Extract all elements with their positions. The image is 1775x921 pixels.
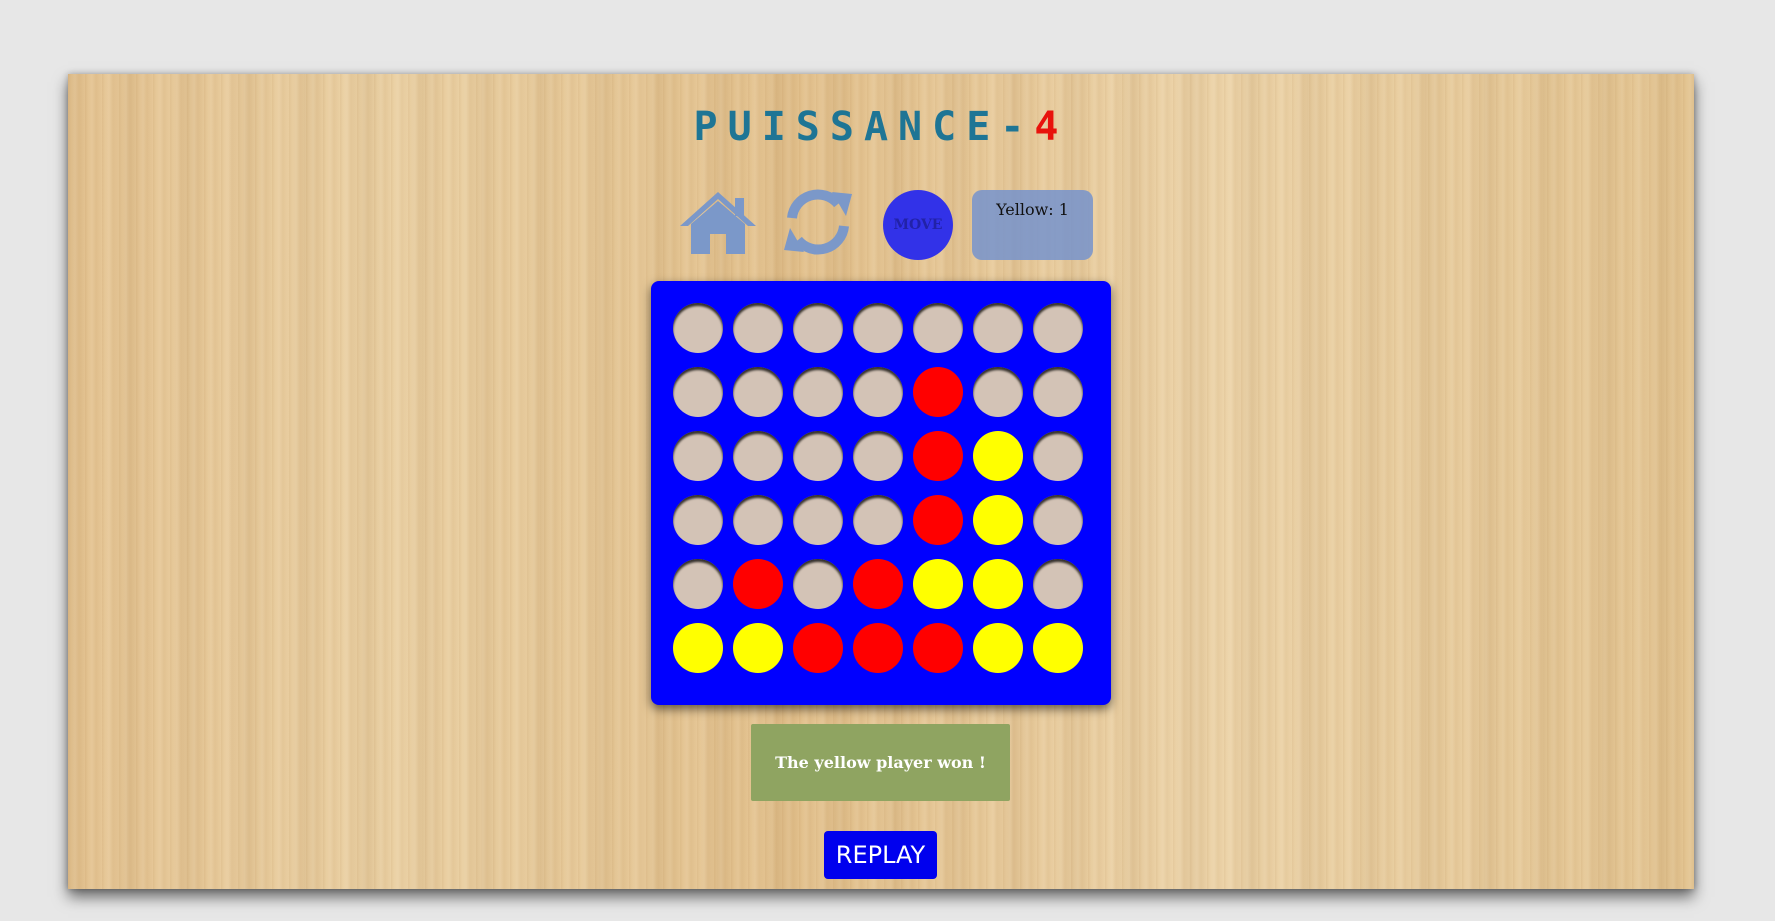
board-cell[interactable] — [673, 495, 723, 545]
score-label: Yellow: 1 — [996, 200, 1069, 219]
score-box: Yellow: 1 — [972, 190, 1093, 260]
board-cell[interactable] — [673, 431, 723, 481]
board-cell[interactable] — [973, 623, 1023, 673]
board-cell[interactable] — [853, 559, 903, 609]
board-cell[interactable] — [973, 559, 1023, 609]
replay-button[interactable]: REPLAY — [824, 831, 937, 879]
board-cell[interactable] — [673, 303, 723, 353]
board-cell[interactable] — [973, 431, 1023, 481]
board-cell[interactable] — [793, 303, 843, 353]
board-grid — [673, 303, 1083, 673]
board-cell[interactable] — [913, 623, 963, 673]
board-cell[interactable] — [973, 495, 1023, 545]
board-cell[interactable] — [733, 623, 783, 673]
board-cell[interactable] — [1033, 303, 1083, 353]
board-cell[interactable] — [913, 303, 963, 353]
game-board — [651, 281, 1111, 705]
board-cell[interactable] — [673, 559, 723, 609]
title-text: PUISSANCE- — [693, 104, 1035, 150]
board-cell[interactable] — [793, 559, 843, 609]
board-cell[interactable] — [1033, 559, 1083, 609]
game-title: PUISSANCE-4 — [68, 104, 1694, 150]
board-cell[interactable] — [793, 431, 843, 481]
board-cell[interactable] — [853, 495, 903, 545]
board-cell[interactable] — [673, 367, 723, 417]
board-cell[interactable] — [913, 495, 963, 545]
result-message: The yellow player won ! — [751, 724, 1010, 801]
board-cell[interactable] — [733, 559, 783, 609]
board-cell[interactable] — [733, 303, 783, 353]
board-cell[interactable] — [853, 367, 903, 417]
board-cell[interactable] — [853, 303, 903, 353]
board-cell[interactable] — [793, 495, 843, 545]
toolbar: MOVE Yellow: 1 — [68, 180, 1694, 260]
board-cell[interactable] — [793, 623, 843, 673]
board-cell[interactable] — [733, 431, 783, 481]
board-cell[interactable] — [1033, 367, 1083, 417]
board-cell[interactable] — [1033, 431, 1083, 481]
board-cell[interactable] — [973, 367, 1023, 417]
board-cell[interactable] — [1033, 495, 1083, 545]
board-cell[interactable] — [793, 367, 843, 417]
home-icon[interactable] — [678, 190, 758, 256]
board-cell[interactable] — [733, 495, 783, 545]
board-cell[interactable] — [733, 367, 783, 417]
board-cell[interactable] — [853, 623, 903, 673]
title-accent: 4 — [1034, 104, 1069, 150]
reload-icon[interactable] — [780, 184, 856, 260]
game-panel: PUISSANCE-4 MOVE Yellow: 1 The yellow pl… — [68, 74, 1694, 889]
move-label: MOVE — [893, 217, 943, 233]
board-cell[interactable] — [973, 303, 1023, 353]
move-indicator: MOVE — [883, 190, 953, 260]
board-cell[interactable] — [913, 367, 963, 417]
board-cell[interactable] — [1033, 623, 1083, 673]
board-cell[interactable] — [673, 623, 723, 673]
board-cell[interactable] — [913, 431, 963, 481]
board-cell[interactable] — [853, 431, 903, 481]
board-cell[interactable] — [913, 559, 963, 609]
